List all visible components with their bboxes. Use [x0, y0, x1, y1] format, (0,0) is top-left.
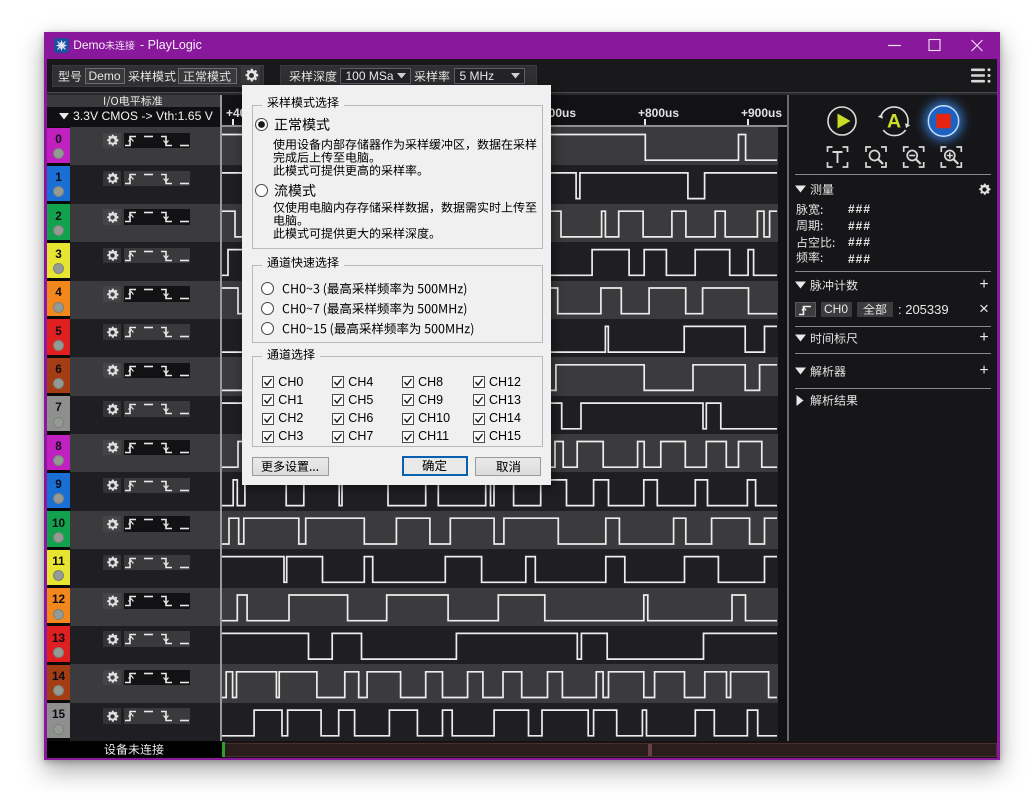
svg-text:A: A: [887, 111, 901, 133]
